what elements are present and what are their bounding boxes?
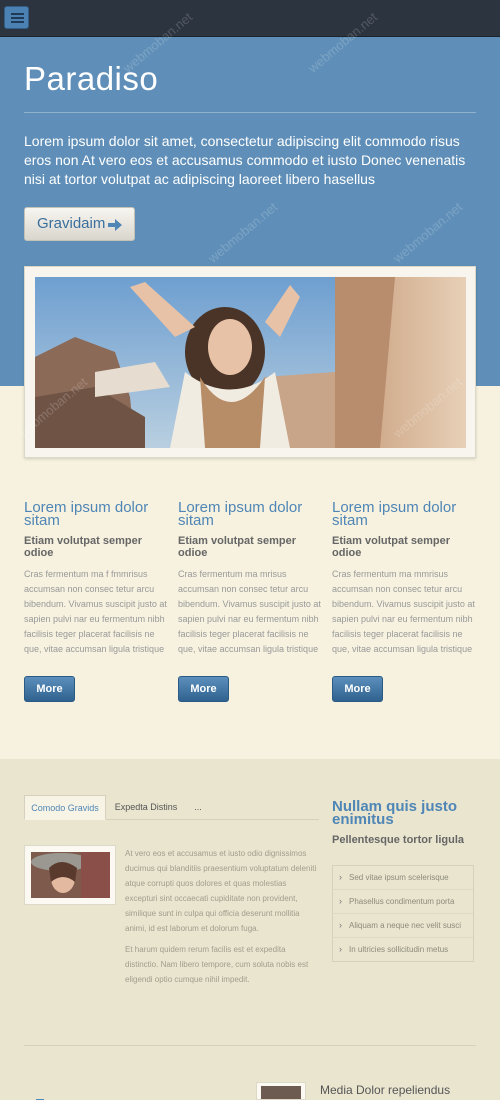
hero-button-label: Gravidaim [37,215,106,232]
feature-title: Lorem ipsum dolor sitam [332,499,457,529]
sidebar-item-phasellus[interactable]: › Phasellus condimentum porta [333,890,473,914]
hero-text: Lorem ipsum dolor sit amet, consectetur … [24,133,466,187]
top-bar [0,0,500,37]
chevron-right-icon: › [339,872,342,882]
twitter-icon[interactable] [24,1093,54,1100]
sidebar-item-label: Aliquam a neque nec velit susci [349,921,462,930]
hamburger-menu-icon[interactable] [4,6,29,29]
gravidaim-button[interactable]: Gravidaim [24,207,135,241]
more-button-2[interactable]: More [178,676,229,702]
hero-image [35,277,466,448]
sidebar-link-list: › Sed vitae ipsum scelerisque › Phasellus … [332,865,474,962]
tab-thumbnail-image [31,852,110,898]
hero-title: Paradiso [24,60,159,97]
sidebar-item-aliquam[interactable]: › Aliquam a neque nec velit susci [333,914,473,938]
tab-content: At vero eos et accusamus et iusto odio d… [125,846,320,987]
sidebar-item-label: In ultricies sollicitudin metus [349,945,449,954]
feature-title: Lorem ipsum dolor sitam [178,499,303,529]
feature-subtitle: Etiam volutpat semper odioe [178,535,296,559]
chevron-right-icon: › [339,944,342,954]
feature-subtitle: Etiam volutpat semper odioe [332,535,450,559]
tab-more[interactable]: ... [186,795,210,820]
tab-bar: Comodo Gravids Expedta Distins ... [24,795,319,820]
tab-thumbnail-frame [24,845,116,905]
feature-column-3: Lorem ipsum dolor sitam Etiam volutpat s… [332,499,477,657]
chevron-right-icon: › [339,896,342,906]
sidebar-title: Nullam quis justo enimitus [332,798,458,828]
more-button-3[interactable]: More [332,676,383,702]
sidebar-subtitle: Pellentesque tortor ligula [332,834,465,846]
tab-content-paragraph-2: Et harum quidem rerum facilis est et exp… [125,945,309,984]
sidebar-item-label: Sed vitae ipsum scelerisque [349,873,449,882]
more-button-1[interactable]: More [24,676,75,702]
arrow-right-icon [108,219,122,231]
hero-image-frame [24,266,476,458]
feature-column-1: Lorem ipsum dolor sitam Etiam volutpat s… [24,499,169,657]
feature-column-2: Lorem ipsum dolor sitam Etiam volutpat s… [178,499,323,657]
feature-text: Cras fermentum ma mmrisus accumsan non c… [332,569,475,654]
feature-text: Cras fermentum ma f fmmrisus accumsan no… [24,569,167,654]
feature-subtitle: Etiam volutpat semper odioe [24,535,142,559]
feature-text: Cras fermentum ma mrisus accumsan non co… [178,569,321,654]
feature-title: Lorem ipsum dolor sitam [24,499,149,529]
media-title: Media Dolor repeliendus [320,1083,451,1097]
tab-expedta-distins[interactable]: Expedta Distins [108,795,184,820]
media-thumbnail [256,1082,306,1100]
sidebar-item-label: Phasellus condimentum porta [349,897,455,906]
section-divider [24,1045,476,1046]
hero-divider [24,112,476,113]
sidebar-item-in-ultricies[interactable]: › In ultricies sollicitudin metus [333,938,473,961]
chevron-right-icon: › [339,920,342,930]
tab-content-paragraph-1: At vero eos et accusamus et iusto odio d… [125,849,317,933]
sidebar-item-sed-vitae[interactable]: › Sed vitae ipsum scelerisque [333,866,473,890]
tab-comodo-gravids[interactable]: Comodo Gravids [24,795,106,820]
